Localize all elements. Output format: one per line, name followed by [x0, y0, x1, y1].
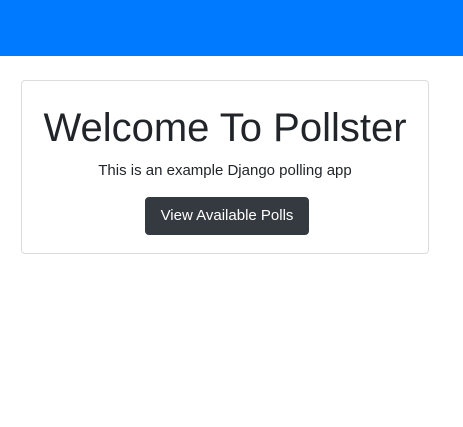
page-subtitle: This is an example Django polling app — [98, 162, 352, 179]
view-polls-button[interactable]: View Available Polls — [145, 197, 309, 235]
page-title: Welcome To Pollster — [43, 106, 407, 150]
top-navbar — [0, 0, 463, 56]
welcome-card: Welcome To Pollster This is an example D… — [21, 80, 429, 254]
